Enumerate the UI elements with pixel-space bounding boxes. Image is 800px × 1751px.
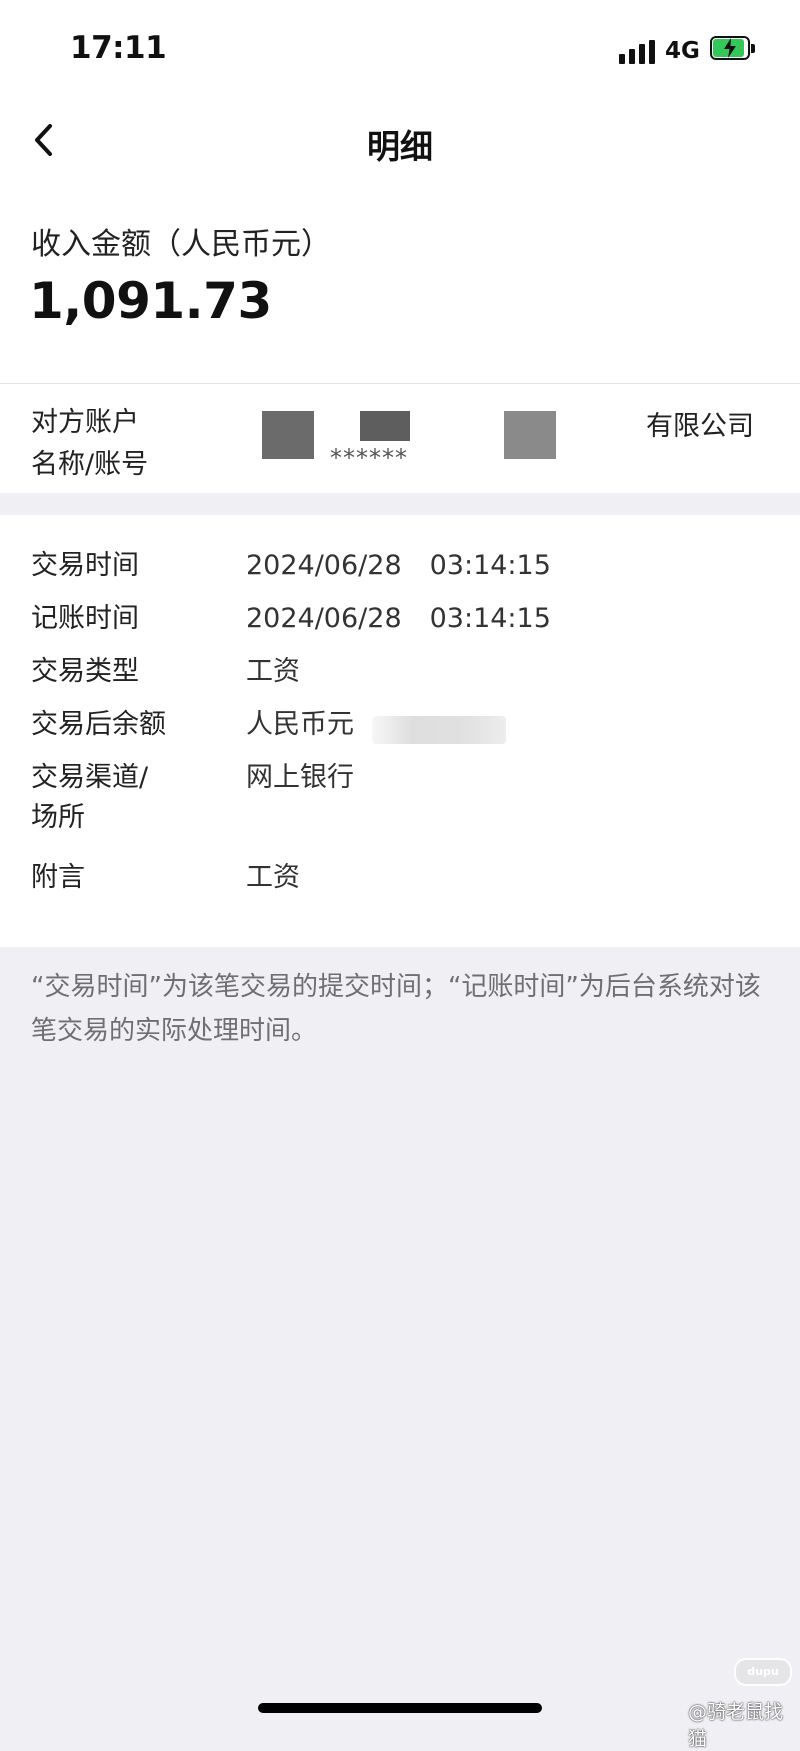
detail-label: 交易类型 [31,656,139,687]
home-indicator[interactable] [258,1703,542,1713]
counterparty-row: 对方账户 名称/账号 ****** 有限公司 [0,383,800,494]
amount-label: 收入金额（人民币元） [31,227,331,262]
signal-icon [619,40,655,64]
section-gap [0,493,800,515]
battery-icon [710,36,755,62]
detail-value: 人民币元 [246,709,354,740]
detail-value: 网上银行 [246,762,354,793]
watermark-handle: @骑老鼠找猫 [688,1701,784,1750]
amount-value: 1,091.73 [29,272,272,330]
detail-value: 2024/06/28 03:14:15 [246,550,551,581]
redaction-block [360,411,410,441]
detail-value: 2024/06/28 03:14:15 [246,603,551,634]
redaction-block [372,716,506,744]
network-type: 4G [665,38,700,64]
redaction-block [262,411,314,459]
detail-label: 交易后余额 [31,709,166,740]
redaction-block [504,411,556,459]
detail-label: 记账时间 [31,603,139,634]
detail-label: 附言 [31,862,85,893]
counterparty-label: 对方账户 名称/账号 [31,407,149,480]
watermark-logo: dupu [734,1658,792,1686]
status-time: 17:11 [70,30,167,66]
detail-label: 交易渠道/ 场所 [31,762,149,833]
masked-account: ****** [330,444,408,472]
transaction-details: 交易时间 2024/06/28 03:14:15 记账时间 2024/06/28 0… [0,515,800,947]
footnote: “交易时间”为该笔交易的提交时间；“记账时间”为后台系统对该笔交易的实际处理时间… [31,972,761,1046]
detail-value: 工资 [246,862,300,893]
detail-label: 交易时间 [31,550,139,581]
page-title: 明细 [367,127,433,166]
counterparty-name-suffix: 有限公司 [646,411,754,442]
detail-value: 工资 [246,656,300,687]
